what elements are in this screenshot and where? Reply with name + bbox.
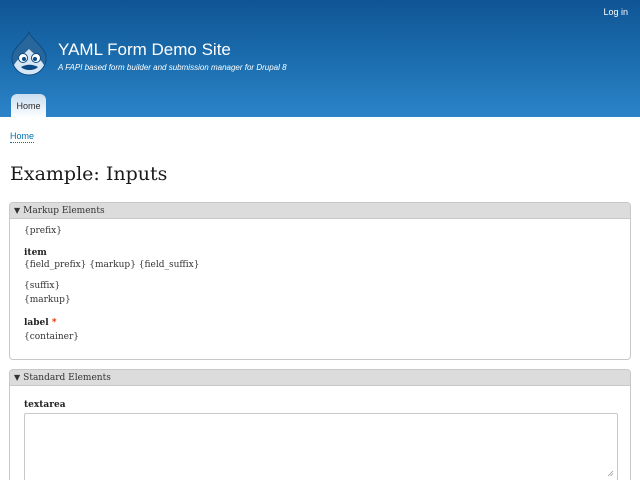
collapse-arrow-icon: ▼ [14,373,21,382]
label-text: label [24,318,49,328]
item-content: {field_prefix} {markup} {field_suffix} [24,260,200,270]
label-heading: label * [24,318,57,328]
markup-text: {markup} [24,295,71,305]
markup-elements-legend[interactable]: ▼ Markup Elements [10,203,630,219]
standard-elements-fieldset: ▼ Standard Elements textarea [9,369,631,480]
prefix-text: {prefix} [24,226,62,236]
required-marker: * [51,318,57,328]
page-title: Example: Inputs [10,163,168,185]
container-text: {container} [24,332,79,342]
drupal-drop-icon[interactable] [9,31,49,77]
site-name[interactable]: YAML Form Demo Site [58,40,231,60]
site-header: Log in YAML Form Demo Site A FAPI based … [0,0,640,118]
login-link[interactable]: Log in [603,7,628,17]
markup-elements-fieldset: ▼ Markup Elements {prefix} item {field_pr… [9,202,631,360]
breadcrumb-home[interactable]: Home [10,131,35,143]
site-slogan: A FAPI based form builder and submission… [58,63,287,72]
standard-elements-legend-label: Standard Elements [23,373,111,383]
suffix-text: {suffix} [24,281,61,291]
markup-elements-legend-label: Markup Elements [23,206,105,216]
item-label: item [24,248,47,258]
collapse-arrow-icon: ▼ [14,206,21,215]
textarea-label: textarea [24,400,66,410]
standard-elements-legend[interactable]: ▼ Standard Elements [10,370,630,386]
tab-home[interactable]: Home [11,94,46,118]
resize-grip-icon[interactable] [607,470,614,477]
textarea-input[interactable] [24,413,618,480]
